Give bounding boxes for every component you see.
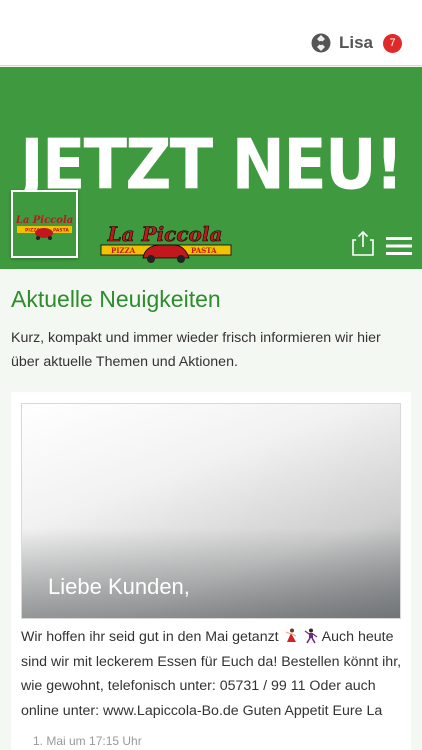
post-headline: Liebe Kunden, (48, 574, 190, 599)
post-image-shade (22, 528, 400, 618)
hero-banner: JETZT NEU! La Piccola PIZZA PASTA La Pic… (0, 67, 422, 269)
news-section-title: Aktuelle Neuigkeiten (11, 286, 221, 312)
news-section-intro: Kurz, kompakt und immer wieder frisch in… (11, 330, 381, 370)
news-post-card[interactable]: Liebe Kunden, Wir hoffen ihr seid gut in… (11, 392, 411, 750)
logo-small-right-tag: PASTA (53, 228, 69, 234)
dancing-woman-emoji (285, 628, 296, 642)
la-piccola-logo-small: La Piccola PIZZA PASTA (13, 192, 76, 256)
restaurant-profile-logo[interactable]: La Piccola PIZZA PASTA (11, 190, 78, 258)
user-account-area[interactable]: Lisa 7 (311, 33, 402, 53)
top-bar: Lisa 7 (0, 0, 422, 66)
hamburger-menu-icon[interactable] (386, 236, 412, 256)
share-icon[interactable] (352, 230, 374, 256)
la-piccola-brand-logo: La Piccola PIZZA PASTA (100, 222, 232, 263)
brand-logo-name: La Piccola (107, 222, 223, 246)
post-text: Wir hoffen ihr seid gut in den Mai getan… (21, 625, 403, 723)
post-date: 1. Mai um 17:15 Uhr (33, 734, 142, 748)
brand-logo-left-tag: PIZZA (111, 246, 136, 255)
brand-logo-right-tag: PASTA (191, 246, 217, 255)
user-name[interactable]: Lisa (339, 33, 373, 53)
post-text-part1: Wir hoffen ihr seid gut in den Mai getan… (21, 629, 283, 645)
notification-badge[interactable]: 7 (383, 33, 402, 53)
logo-small-name: La Piccola (15, 215, 73, 226)
dancing-man-emoji (304, 628, 317, 644)
post-image[interactable]: Liebe Kunden, (21, 403, 401, 619)
app-logo-icon (311, 33, 331, 53)
